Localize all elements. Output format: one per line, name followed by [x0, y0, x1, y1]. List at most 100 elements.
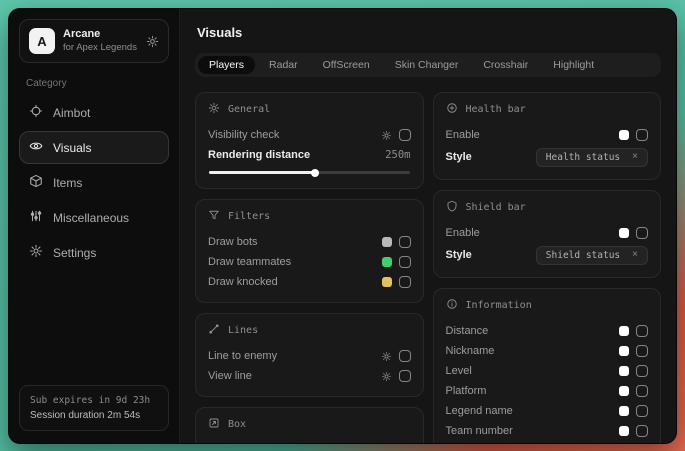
color-swatch[interactable] [382, 237, 392, 247]
row-box-enable: Enable [208, 440, 411, 443]
color-swatch[interactable] [619, 426, 629, 436]
health-icon [446, 102, 458, 117]
style-select-value: Shield status [546, 250, 620, 261]
option-gear-icon[interactable] [381, 130, 392, 141]
sidebar-item-aimbot[interactable]: Aimbot [19, 96, 169, 129]
color-swatch[interactable] [619, 346, 629, 356]
setting-label: Team number [446, 425, 513, 437]
card-title-text: Health bar [466, 104, 526, 115]
checkbox[interactable] [399, 370, 411, 382]
content-columns: General Visibility check Rendering dista… [195, 92, 661, 443]
card-box-title: Box [208, 417, 411, 432]
color-swatch[interactable] [382, 277, 392, 287]
card-health-bar: Health bar Enable Style Health status [433, 92, 662, 180]
desktop-background: A Arcane for Apex Legends Category Aimbo… [0, 0, 685, 451]
tab-skin-changer[interactable]: Skin Changer [384, 56, 470, 74]
checkbox[interactable] [636, 129, 648, 141]
sidebar-item-visuals[interactable]: Visuals [19, 131, 169, 164]
style-select-value: Health status [546, 152, 620, 163]
app-header: A Arcane for Apex Legends [19, 19, 169, 63]
card-title-text: Information [466, 300, 532, 311]
sun-icon [208, 102, 220, 117]
card-shield-bar: Shield bar Enable Style Shield status [433, 190, 662, 278]
sidebar: A Arcane for Apex Legends Category Aimbo… [9, 9, 180, 443]
tab-players[interactable]: Players [198, 56, 255, 74]
color-swatch[interactable] [619, 326, 629, 336]
card-title-text: Shield bar [466, 202, 526, 213]
row-line-to-enemy: Line to enemy [208, 346, 411, 366]
option-gear-icon[interactable] [381, 351, 392, 362]
setting-label: Style [446, 249, 472, 261]
header-gear-icon[interactable] [146, 35, 159, 48]
color-swatch[interactable] [382, 257, 392, 267]
funnel-icon [208, 209, 220, 224]
row-health-style: Style Health status × [446, 145, 649, 169]
checkbox[interactable] [399, 129, 411, 141]
row-weapon-in-hands: Weapon in hands [446, 441, 649, 443]
checkbox[interactable] [636, 365, 648, 377]
card-information: Information Distance Nickname Level [433, 288, 662, 443]
shield-icon [446, 200, 458, 215]
row-draw-teammates: Draw teammates [208, 252, 411, 272]
app-name: Arcane [63, 28, 137, 42]
row-distance: Distance [446, 321, 649, 341]
style-select[interactable]: Shield status × [536, 246, 648, 265]
checkbox[interactable] [636, 405, 648, 417]
card-title-text: General [228, 104, 270, 115]
close-icon[interactable]: × [632, 250, 638, 260]
row-level: Level [446, 361, 649, 381]
card-general-title: General [208, 102, 411, 117]
sidebar-item-miscellaneous[interactable]: Miscellaneous [19, 201, 169, 234]
left-column: General Visibility check Rendering dista… [195, 92, 424, 443]
setting-label: Enable [446, 129, 480, 141]
checkbox[interactable] [636, 325, 648, 337]
setting-label: Legend name [446, 405, 513, 417]
checkbox[interactable] [399, 256, 411, 268]
card-lines-title: Lines [208, 323, 411, 338]
color-swatch[interactable] [619, 366, 629, 376]
sidebar-nav: Aimbot Visuals Items Miscellaneous Setti… [19, 94, 169, 271]
checkbox[interactable] [636, 227, 648, 239]
sidebar-item-settings[interactable]: Settings [19, 236, 169, 269]
card-health-bar-title: Health bar [446, 102, 649, 117]
checkbox[interactable] [636, 425, 648, 437]
sub-expires-text: Sub expires in 9d 23h [30, 395, 158, 406]
rendering-distance-slider[interactable] [209, 171, 410, 174]
tab-offscreen[interactable]: OffScreen [312, 56, 381, 74]
crosshair-icon [29, 104, 43, 121]
cube-icon [29, 174, 43, 191]
color-swatch[interactable] [619, 130, 629, 140]
color-swatch[interactable] [619, 228, 629, 238]
row-draw-bots: Draw bots [208, 232, 411, 252]
sidebar-item-items[interactable]: Items [19, 166, 169, 199]
tab-bar: Players Radar OffScreen Skin Changer Cro… [195, 53, 661, 77]
row-health-enable: Enable [446, 125, 649, 145]
sidebar-item-label: Items [53, 176, 82, 190]
tab-highlight[interactable]: Highlight [542, 56, 605, 74]
sidebar-item-label: Aimbot [53, 106, 90, 120]
slider-thumb[interactable] [311, 169, 319, 177]
tab-crosshair[interactable]: Crosshair [472, 56, 539, 74]
color-swatch[interactable] [619, 406, 629, 416]
card-title-text: Box [228, 419, 246, 430]
row-draw-knocked: Draw knocked [208, 272, 411, 292]
gear-icon [29, 244, 43, 261]
style-select[interactable]: Health status × [536, 148, 648, 167]
color-swatch[interactable] [619, 386, 629, 396]
close-icon[interactable]: × [632, 152, 638, 162]
card-title-text: Lines [228, 325, 258, 336]
row-rendering-distance: Rendering distance 250m [208, 145, 411, 165]
checkbox[interactable] [399, 276, 411, 288]
checkbox[interactable] [636, 345, 648, 357]
card-shield-bar-title: Shield bar [446, 200, 649, 215]
checkbox[interactable] [399, 236, 411, 248]
option-gear-icon[interactable] [381, 371, 392, 382]
tab-radar[interactable]: Radar [258, 56, 309, 74]
slider-value: 250m [385, 149, 410, 161]
subscription-info: Sub expires in 9d 23h Session duration 2… [19, 385, 169, 431]
setting-label: Draw teammates [208, 256, 291, 268]
sidebar-item-label: Settings [53, 246, 96, 260]
checkbox[interactable] [636, 385, 648, 397]
checkbox[interactable] [399, 350, 411, 362]
right-column: Health bar Enable Style Health status [433, 92, 662, 443]
